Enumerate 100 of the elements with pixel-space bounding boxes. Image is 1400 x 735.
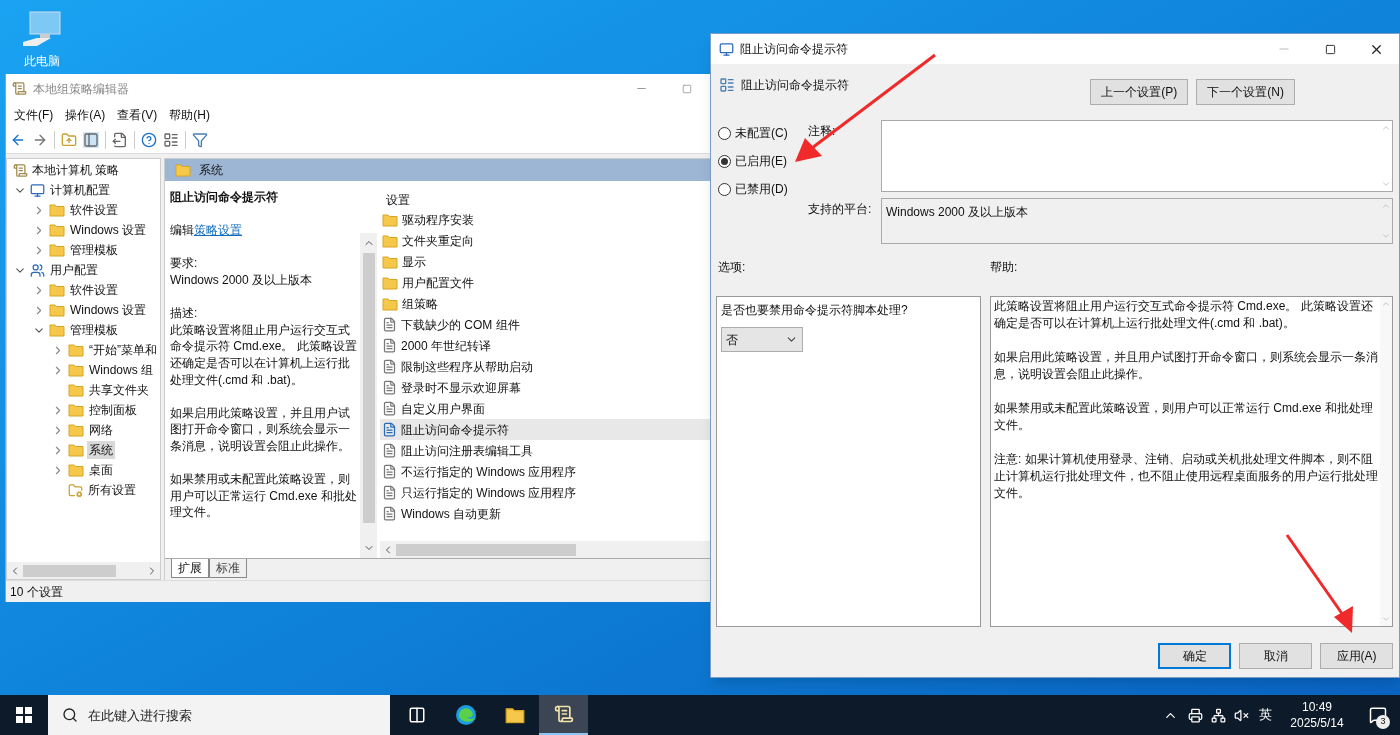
scroll-up-icon xyxy=(1381,123,1391,133)
app-icon xyxy=(12,81,27,96)
tree-item[interactable]: 管理模板 xyxy=(68,321,120,339)
export-icon[interactable] xyxy=(112,132,128,148)
tree-item[interactable]: 软件设置 xyxy=(68,281,120,299)
filter-icon[interactable] xyxy=(192,132,208,148)
radio-button[interactable] xyxy=(718,154,731,168)
task-view-icon xyxy=(407,706,426,724)
option-dropdown[interactable]: 否 xyxy=(721,327,803,352)
tree-item[interactable]: 管理模板 xyxy=(68,241,120,259)
policy-settings-link[interactable]: 策略设置 xyxy=(194,223,242,238)
tree-item[interactable]: Windows 设置 xyxy=(68,301,148,319)
scroll-down-icon xyxy=(1381,231,1391,241)
view-tab[interactable]: 扩展 xyxy=(171,559,209,578)
setting-row[interactable]: 限制这些程序从帮助启动 xyxy=(380,356,710,377)
taskbar-app[interactable] xyxy=(539,695,588,735)
nav-button[interactable]: 上一个设置(P) xyxy=(1090,79,1189,105)
horizontal-scrollbar[interactable] xyxy=(380,541,710,558)
tree-item[interactable]: 本地计算机 策略 xyxy=(32,161,120,179)
tree-item[interactable]: 控制面板 xyxy=(87,401,139,419)
clock-time[interactable]: 10:49 xyxy=(1302,699,1332,715)
menu-item[interactable]: 帮助(H) xyxy=(163,106,216,124)
tree-item[interactable]: 共享文件夹 xyxy=(87,381,151,399)
app-icon xyxy=(719,41,734,57)
setting-label: 自定义用户界面 xyxy=(401,400,485,418)
tree-item[interactable]: Windows 设置 xyxy=(68,221,148,239)
dialog-button[interactable]: 确定 xyxy=(1158,643,1231,669)
folder-icon xyxy=(504,706,525,724)
menu-item[interactable]: 查看(V) xyxy=(111,106,164,124)
tree-item[interactable]: Windows 组 xyxy=(87,361,155,379)
tree-item[interactable]: 用户配置 xyxy=(48,261,100,279)
setting-row[interactable]: 下载缺少的 COM 组件 xyxy=(380,314,710,335)
dialog-button[interactable]: 取消 xyxy=(1239,643,1312,669)
tree-item[interactable]: 计算机配置 xyxy=(48,181,112,199)
description-paragraph: 如果启用此策略设置，并且用户试图打开命令窗口，则系统会显示一条消息，说明设置会阻止此操作。 xyxy=(170,404,351,455)
computer-icon xyxy=(30,182,45,198)
requirements-label: 要求: xyxy=(170,255,199,272)
setting-row[interactable]: 2000 年世纪转译 xyxy=(380,335,710,356)
menu-item[interactable]: 操作(A) xyxy=(59,106,112,124)
edit-line: 编辑策略设置 xyxy=(170,222,243,239)
radio-button[interactable] xyxy=(718,182,731,196)
vertical-scrollbar[interactable] xyxy=(360,233,377,558)
help-icon[interactable] xyxy=(141,132,157,148)
search-icon xyxy=(62,707,78,723)
radio-label[interactable]: 未配置(C) xyxy=(735,124,788,142)
volume-muted-icon[interactable] xyxy=(1234,707,1249,723)
description-label: 描述: xyxy=(170,305,199,322)
folder-icon xyxy=(68,343,84,357)
policy-icon xyxy=(382,443,397,458)
setting-row[interactable]: 组策略 xyxy=(380,293,710,314)
menu-item[interactable]: 文件(F) xyxy=(8,106,60,124)
network-icon[interactable] xyxy=(1211,707,1226,723)
setting-row[interactable]: 用户配置文件 xyxy=(380,272,710,293)
policy-icon xyxy=(382,401,397,416)
setting-row[interactable]: 文件夹重定向 xyxy=(380,230,710,251)
setting-row[interactable]: 驱动程序安装 xyxy=(380,209,710,230)
setting-row[interactable]: 不运行指定的 Windows 应用程序 xyxy=(380,461,710,482)
setting-row[interactable]: 显示 xyxy=(380,251,710,272)
forward-icon[interactable] xyxy=(32,132,48,148)
setting-row[interactable]: 阻止访问命令提示符 xyxy=(380,419,710,440)
radio-button[interactable] xyxy=(718,126,731,140)
tree-item[interactable]: 所有设置 xyxy=(86,481,138,499)
setting-label: 下载缺少的 COM 组件 xyxy=(401,316,520,334)
policy-icon xyxy=(382,380,397,395)
setting-row[interactable]: Windows 自动更新 xyxy=(380,503,710,524)
comment-label: 注释: xyxy=(808,123,837,140)
radio-label[interactable]: 已启用(E) xyxy=(735,152,787,170)
tree-item[interactable]: 桌面 xyxy=(87,461,115,479)
setting-label: 阻止访问命令提示符 xyxy=(401,421,509,439)
radio-label[interactable]: 已禁用(D) xyxy=(735,180,788,198)
view-tab[interactable]: 标准 xyxy=(209,559,247,578)
search-field[interactable]: 在此键入进行搜索 xyxy=(48,695,390,735)
panel-icon[interactable] xyxy=(83,132,99,148)
folder-icon xyxy=(68,383,84,397)
window-title: 本地组策略编辑器 xyxy=(33,80,129,98)
properties-icon[interactable] xyxy=(163,132,179,148)
scroll-down-icon xyxy=(1381,614,1391,624)
back-icon[interactable] xyxy=(10,132,26,148)
description-paragraph: 此策略设置将阻止用户运行交互式命令提示符 Cmd.exe。 此策略设置还确定是否可以在计算机上运行批处理文件(.cmd 和 .bat)。 xyxy=(170,321,358,389)
input-indicator[interactable]: 英 xyxy=(1259,705,1272,725)
folder-icon xyxy=(68,423,84,437)
comment-field[interactable] xyxy=(881,120,1393,192)
horizontal-scrollbar[interactable] xyxy=(7,562,160,579)
folder-up-icon[interactable] xyxy=(61,132,77,148)
tree-item[interactable]: 网络 xyxy=(87,421,115,439)
setting-row[interactable]: 登录时不显示欢迎屏幕 xyxy=(380,377,710,398)
column-header[interactable]: 设置 xyxy=(380,185,710,209)
nav-button[interactable]: 下一个设置(N) xyxy=(1196,79,1295,105)
setting-row[interactable]: 只运行指定的 Windows 应用程序 xyxy=(380,482,710,503)
tree-item[interactable]: 系统 xyxy=(87,441,115,459)
tree-item[interactable]: “开始”菜单和 xyxy=(87,341,159,359)
setting-row[interactable]: 自定义用户界面 xyxy=(380,398,710,419)
setting-label: 组策略 xyxy=(402,295,438,313)
tree-item[interactable]: 软件设置 xyxy=(68,201,120,219)
clock-date[interactable]: 2025/5/14 xyxy=(1290,715,1344,731)
dialog-button[interactable]: 应用(A) xyxy=(1320,643,1393,669)
folder-icon xyxy=(49,323,65,337)
notification-icon[interactable] xyxy=(1369,706,1387,724)
setting-row[interactable]: 阻止访问注册表编辑工具 xyxy=(380,440,710,461)
printer-icon[interactable] xyxy=(1188,707,1203,723)
